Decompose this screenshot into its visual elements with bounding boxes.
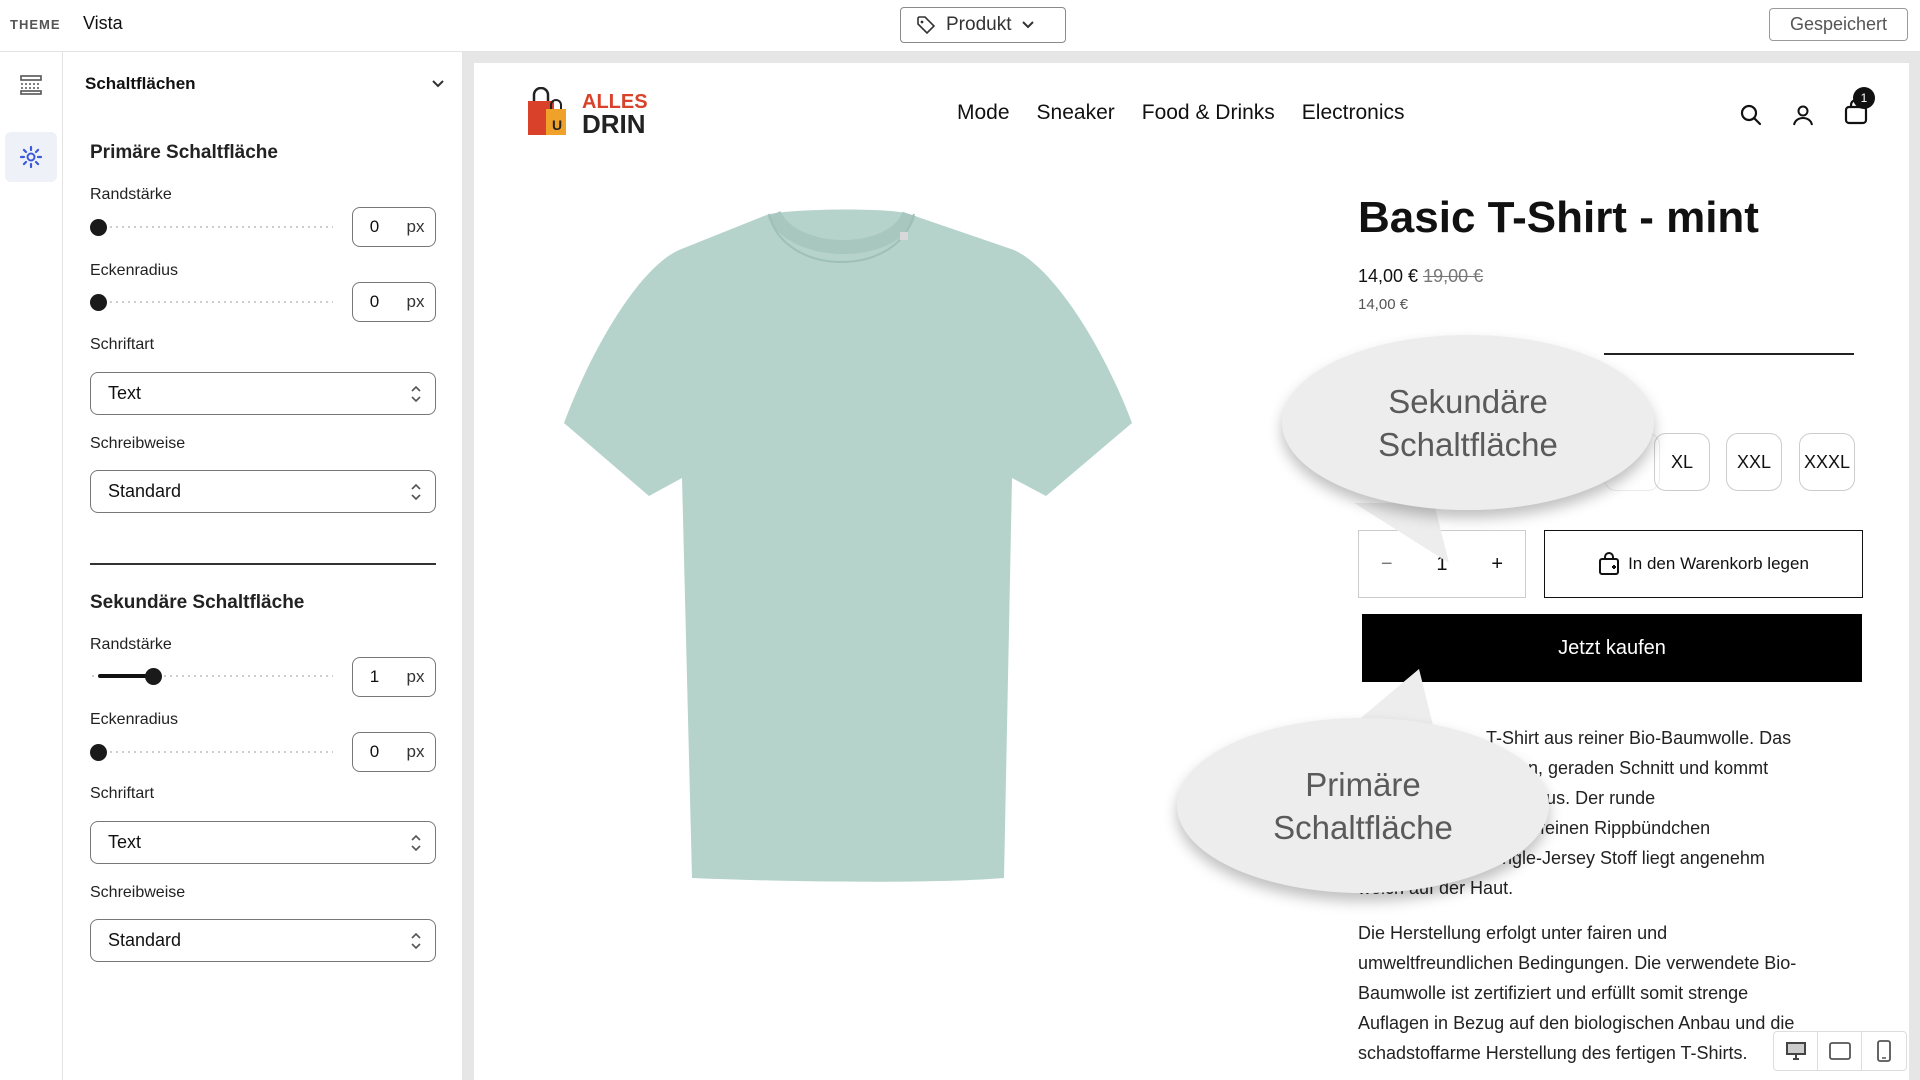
secondary-radius-slider[interactable] xyxy=(90,742,333,762)
tablet-icon xyxy=(1828,1042,1851,1060)
primary-radius-label: Eckenradius xyxy=(90,262,179,279)
nav-link-electronics[interactable]: Electronics xyxy=(1302,101,1405,125)
slider-knob[interactable] xyxy=(90,744,107,761)
svg-text:U: U xyxy=(552,117,562,133)
primary-section-title: Primäre Schaltfläche xyxy=(90,142,278,163)
primary-case-select[interactable]: Standard xyxy=(90,470,436,513)
tag-icon xyxy=(917,16,936,35)
theme-label: THEME xyxy=(10,17,61,32)
icon-rail xyxy=(0,52,63,1080)
page-select-label: Produkt xyxy=(946,14,1012,35)
select-arrows-icon xyxy=(411,385,421,403)
secondary-case-label: Schreibweise xyxy=(90,884,186,901)
sections-icon xyxy=(20,75,42,95)
size-option-xxl[interactable]: XXL xyxy=(1726,433,1782,491)
gear-icon xyxy=(19,145,43,169)
primary-radius-slider[interactable] xyxy=(90,292,333,312)
theme-settings-tab[interactable] xyxy=(5,132,57,182)
secondary-border-input[interactable]: 1 px xyxy=(352,657,436,697)
primary-border-input[interactable]: 0 px xyxy=(352,207,436,247)
chevron-down-icon xyxy=(432,80,444,88)
search-icon[interactable] xyxy=(1739,103,1763,127)
nav-link-sneaker[interactable]: Sneaker xyxy=(1037,101,1115,125)
select-arrows-icon xyxy=(411,932,421,950)
secondary-border-slider[interactable] xyxy=(90,666,333,686)
unit-price: 14,00 € xyxy=(1358,296,1409,313)
store-preview: U ALLES DRIN Mode Sneaker Food & Drinks … xyxy=(474,63,1909,1080)
slider-knob[interactable] xyxy=(90,294,107,311)
primary-border-label: Randstärke xyxy=(90,186,172,203)
nav-link-mode[interactable]: Mode xyxy=(957,101,1010,125)
nav-link-food-drinks[interactable]: Food & Drinks xyxy=(1142,101,1275,125)
price-row: 14,00 €19,00 € xyxy=(1358,266,1483,287)
panel-title: Schaltflächen xyxy=(85,74,196,93)
secondary-callout-tail xyxy=(1354,503,1449,563)
product-image[interactable] xyxy=(564,178,1134,918)
increase-quantity-button[interactable]: + xyxy=(1491,553,1503,576)
size-option-xxxl[interactable]: XXXL xyxy=(1799,433,1855,491)
select-arrows-icon xyxy=(411,834,421,852)
settings-panel: Schaltflächen Primäre Schaltfläche Rands… xyxy=(63,52,463,1080)
store-logo[interactable]: U ALLES DRIN xyxy=(526,86,648,139)
desktop-view-button[interactable] xyxy=(1774,1032,1818,1070)
secondary-font-label: Schriftart xyxy=(90,785,155,802)
divider-line xyxy=(1604,353,1854,355)
primary-font-select[interactable]: Text xyxy=(90,372,436,415)
current-price: 14,00 € xyxy=(1358,266,1419,286)
shopping-bag-plus-icon xyxy=(1599,552,1620,575)
add-to-cart-button[interactable]: In den Warenkorb legen xyxy=(1544,530,1863,598)
secondary-border-label: Randstärke xyxy=(90,636,172,653)
product-title: Basic T-Shirt - mint xyxy=(1358,193,1759,242)
slider-knob[interactable] xyxy=(90,219,107,236)
select-arrows-icon xyxy=(411,483,421,501)
page-type-select[interactable]: Produkt xyxy=(900,7,1066,43)
store-nav: Mode Sneaker Food & Drinks Electronics xyxy=(957,101,1405,125)
mobile-view-button[interactable] xyxy=(1862,1032,1906,1070)
primary-case-label: Schreibweise xyxy=(90,435,186,452)
primary-radius-input[interactable]: 0 px xyxy=(352,282,436,322)
secondary-font-select[interactable]: Text xyxy=(90,821,436,864)
desktop-icon xyxy=(1785,1042,1806,1060)
section-divider xyxy=(90,563,436,565)
primary-font-label: Schriftart xyxy=(90,336,155,353)
header-icons: 1 xyxy=(1739,87,1875,130)
old-price: 19,00 € xyxy=(1423,266,1484,286)
theme-name: Vista xyxy=(83,13,123,33)
secondary-button-callout: Sekundäre Schaltfläche xyxy=(1282,335,1654,510)
top-bar: THEME Vista Produkt Gespeichert xyxy=(0,0,1920,52)
chevron-down-icon xyxy=(1022,21,1035,29)
mobile-icon xyxy=(1877,1040,1891,1062)
cart-count-badge: 1 xyxy=(1853,87,1875,109)
account-icon[interactable] xyxy=(1791,103,1815,127)
secondary-case-select[interactable]: Standard xyxy=(90,919,436,962)
logo-text-bottom: DRIN xyxy=(582,109,646,139)
primary-border-slider[interactable] xyxy=(90,217,333,237)
cart-button[interactable]: 1 xyxy=(1843,87,1875,130)
secondary-section-title: Sekundäre Schaltfläche xyxy=(90,592,305,613)
device-switcher xyxy=(1773,1031,1907,1071)
add-to-cart-label: In den Warenkorb legen xyxy=(1628,554,1809,573)
sections-tab[interactable] xyxy=(5,60,57,110)
primary-button-callout: Primäre Schaltfläche xyxy=(1177,718,1549,893)
slider-knob[interactable] xyxy=(145,668,162,685)
size-option-xl[interactable]: XL xyxy=(1654,433,1710,491)
tablet-view-button[interactable] xyxy=(1818,1032,1862,1070)
panel-header[interactable]: Schaltflächen xyxy=(85,74,445,94)
saved-button[interactable]: Gespeichert xyxy=(1769,8,1908,41)
secondary-radius-input[interactable]: 0 px xyxy=(352,732,436,772)
secondary-radius-label: Eckenradius xyxy=(90,711,179,728)
